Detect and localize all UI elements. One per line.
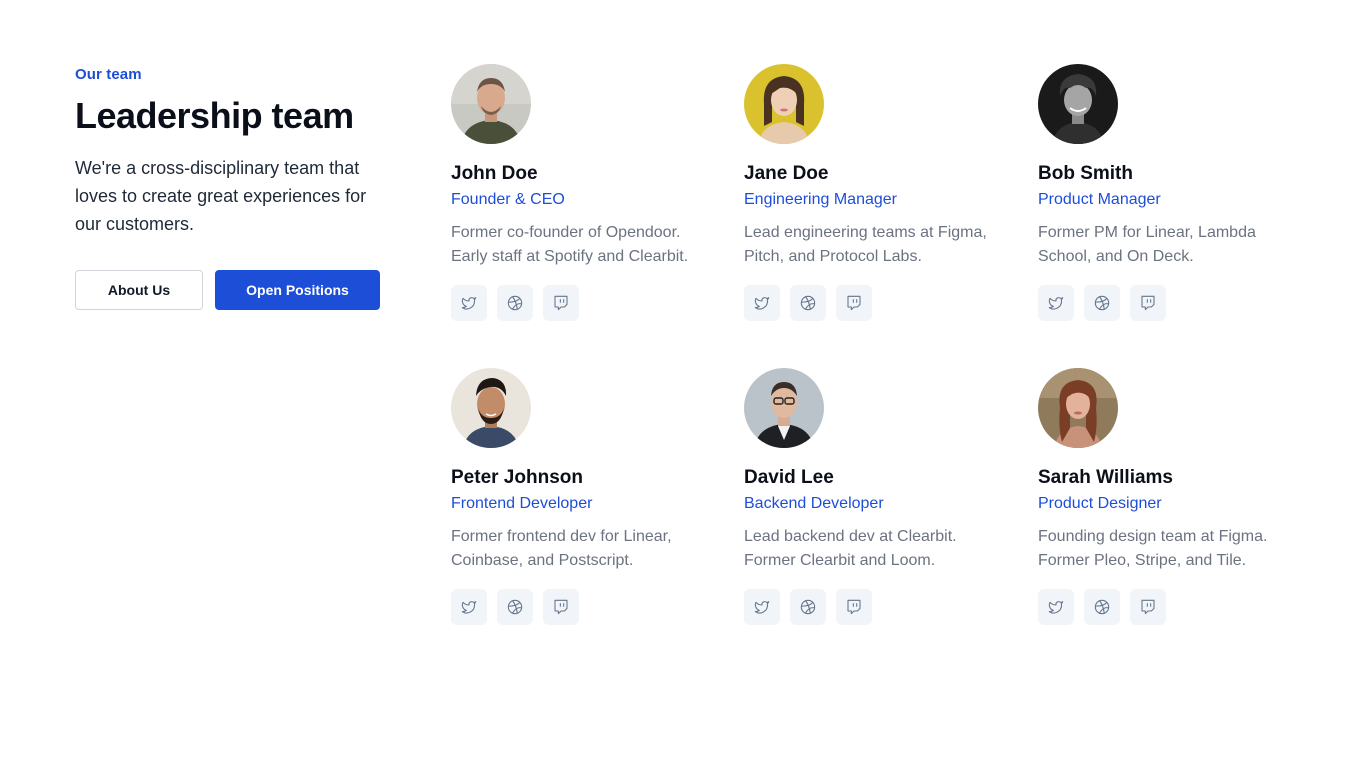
social-links: [451, 589, 744, 625]
team-section: Our team Leadership team We're a cross-d…: [0, 0, 1366, 768]
twitter-link[interactable]: [1038, 589, 1074, 625]
team-member-card: Sarah Williams Product Designer Founding…: [1038, 368, 1332, 672]
member-bio: Lead backend dev at Clearbit. Former Cle…: [744, 528, 957, 569]
avatar: [744, 368, 824, 448]
member-bio: Former frontend dev for Linear, Coinbase…: [451, 528, 672, 569]
intro-column: Our team Leadership team We're a cross-d…: [75, 66, 395, 311]
social-links: [744, 589, 1038, 625]
member-role: Engineering Manager: [744, 191, 897, 208]
twitter-icon: [754, 297, 770, 310]
twitch-link[interactable]: [543, 589, 579, 625]
twitch-link[interactable]: [836, 285, 872, 321]
team-grid: John Doe Founder & CEO Former co-founder…: [451, 64, 1332, 672]
dribbble-link[interactable]: [1084, 589, 1120, 625]
twitch-icon: [554, 295, 568, 311]
member-bio: Former PM for Linear, Lambda School, and…: [1038, 224, 1256, 265]
member-name: David Lee: [744, 467, 834, 488]
member-role: Product Designer: [1038, 495, 1162, 512]
twitter-icon: [754, 601, 770, 614]
member-name: Sarah Williams: [1038, 467, 1173, 488]
member-role: Backend Developer: [744, 495, 884, 512]
twitch-icon: [1141, 599, 1155, 615]
team-member-card: Jane Doe Engineering Manager Lead engine…: [744, 64, 1038, 368]
page-title: Leadership team: [75, 95, 354, 136]
dribbble-link[interactable]: [790, 285, 826, 321]
dribbble-icon: [800, 295, 816, 311]
member-role: Frontend Developer: [451, 495, 593, 512]
team-member-card: John Doe Founder & CEO Former co-founder…: [451, 64, 744, 368]
twitch-icon: [554, 599, 568, 615]
member-role: Product Manager: [1038, 191, 1161, 208]
avatar: [451, 64, 531, 144]
twitter-icon: [461, 601, 477, 614]
twitch-icon: [1141, 295, 1155, 311]
dribbble-icon: [1094, 295, 1110, 311]
dribbble-icon: [507, 599, 523, 615]
social-links: [744, 285, 1038, 321]
twitch-link[interactable]: [836, 589, 872, 625]
dribbble-link[interactable]: [497, 589, 533, 625]
team-member-card: David Lee Backend Developer Lead backend…: [744, 368, 1038, 672]
twitter-link[interactable]: [451, 285, 487, 321]
avatar: [1038, 64, 1118, 144]
member-name: Peter Johnson: [451, 467, 583, 488]
dribbble-link[interactable]: [790, 589, 826, 625]
twitter-link[interactable]: [744, 589, 780, 625]
about-us-button[interactable]: About Us: [75, 270, 203, 311]
twitch-icon: [847, 295, 861, 311]
dribbble-icon: [1094, 599, 1110, 615]
social-links: [451, 285, 744, 321]
member-bio: Former co-founder of Opendoor. Early sta…: [451, 224, 689, 265]
dribbble-link[interactable]: [497, 285, 533, 321]
dribbble-icon: [507, 295, 523, 311]
twitter-icon: [1048, 297, 1064, 310]
twitter-link[interactable]: [744, 285, 780, 321]
member-name: Jane Doe: [744, 163, 829, 184]
twitter-link[interactable]: [1038, 285, 1074, 321]
member-bio: Lead engineering teams at Figma, Pitch, …: [744, 224, 987, 265]
avatar: [1038, 368, 1118, 448]
section-eyebrow: Our team: [75, 66, 142, 83]
avatar: [744, 64, 824, 144]
twitter-icon: [1048, 601, 1064, 614]
member-bio: Founding design team at Figma. Former Pl…: [1038, 528, 1268, 569]
intro-actions: About Us Open Positions: [75, 270, 395, 311]
social-links: [1038, 589, 1332, 625]
twitch-icon: [847, 599, 861, 615]
twitch-link[interactable]: [1130, 589, 1166, 625]
twitter-icon: [461, 297, 477, 310]
dribbble-icon: [800, 599, 816, 615]
avatar: [451, 368, 531, 448]
twitter-link[interactable]: [451, 589, 487, 625]
team-member-card: Peter Johnson Frontend Developer Former …: [451, 368, 744, 672]
twitch-link[interactable]: [543, 285, 579, 321]
dribbble-link[interactable]: [1084, 285, 1120, 321]
member-name: Bob Smith: [1038, 163, 1133, 184]
twitch-link[interactable]: [1130, 285, 1166, 321]
member-name: John Doe: [451, 163, 538, 184]
member-role: Founder & CEO: [451, 191, 565, 208]
social-links: [1038, 285, 1332, 321]
open-positions-button[interactable]: Open Positions: [215, 270, 380, 311]
team-member-card: Bob Smith Product Manager Former PM for …: [1038, 64, 1332, 368]
intro-text: We're a cross-disciplinary team that lov…: [75, 158, 367, 235]
